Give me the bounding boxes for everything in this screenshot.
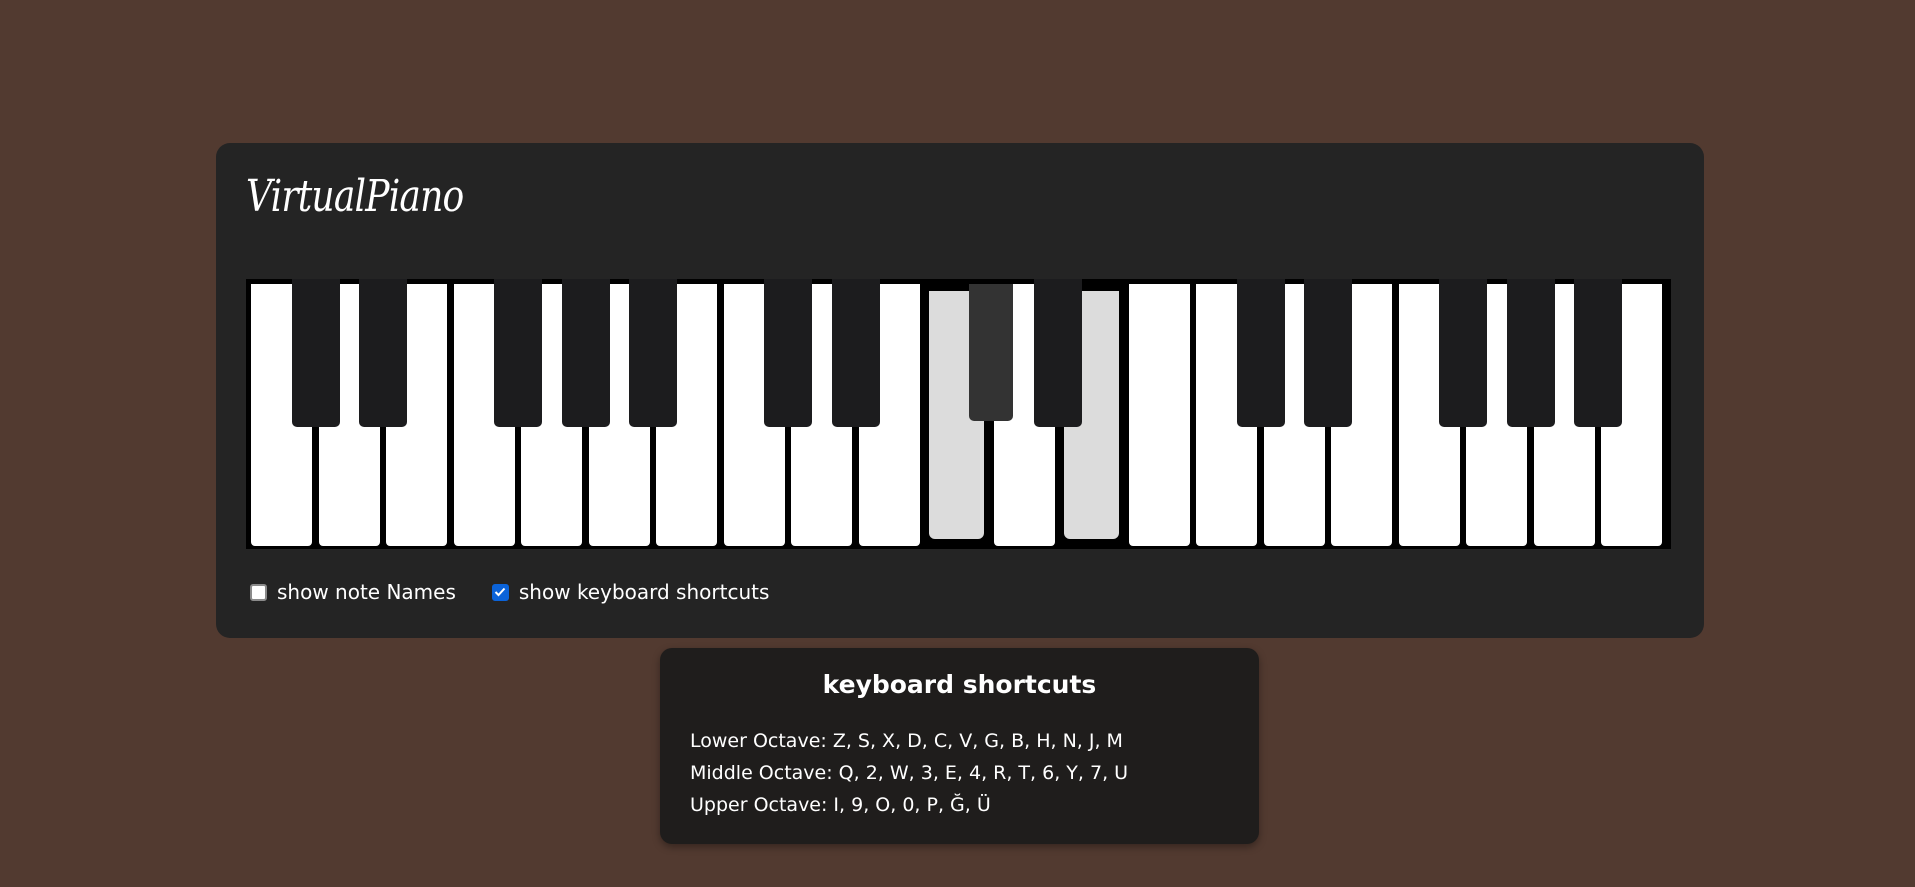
keyboard-shortcuts-box: keyboard shortcuts Lower Octave: Z, S, X…	[660, 648, 1259, 844]
black-key[interactable]	[1034, 279, 1082, 427]
black-key[interactable]	[1506, 279, 1555, 427]
show-note-names-checkbox[interactable]	[250, 583, 267, 601]
black-key[interactable]	[1304, 279, 1352, 427]
black-key[interactable]	[359, 279, 407, 427]
show-note-names-option[interactable]: show note Names	[250, 580, 456, 604]
black-key[interactable]	[1574, 279, 1622, 427]
show-keyboard-shortcuts-checkbox[interactable]	[491, 583, 509, 601]
shortcut-lower-octave: Lower Octave: Z, S, X, D, C, V, G, B, H,…	[690, 730, 1123, 752]
black-key[interactable]	[1236, 279, 1285, 427]
black-key[interactable]	[291, 279, 340, 427]
piano-keybed	[246, 279, 1671, 549]
piano-keyboard	[246, 279, 1671, 691]
black-key[interactable]	[494, 279, 542, 427]
app-title: VirtualPiano	[246, 171, 464, 222]
display-options: show note Names show keyboard shortcuts	[250, 579, 805, 605]
shortcuts-title: keyboard shortcuts	[822, 670, 1097, 699]
show-keyboard-shortcuts-option[interactable]: show keyboard shortcuts	[491, 580, 770, 604]
black-key[interactable]	[831, 279, 880, 427]
shortcuts-list: Lower Octave: Z, S, X, D, C, V, G, B, H,…	[690, 725, 1128, 821]
black-key[interactable]	[629, 279, 677, 427]
show-keyboard-shortcuts-label: show keyboard shortcuts	[518, 580, 770, 604]
black-key[interactable]	[764, 279, 812, 427]
show-note-names-label: show note Names	[277, 580, 456, 604]
shortcut-upper-octave: Upper Octave: I, 9, O, 0, P, Ğ, Ü	[690, 794, 991, 816]
black-key[interactable]	[1439, 279, 1487, 427]
piano-panel: VirtualPiano show note Names show keyboa…	[216, 143, 1704, 638]
black-key[interactable]	[968, 284, 1013, 421]
checkmark-icon	[495, 587, 506, 597]
shortcut-middle-octave: Middle Octave: Q, 2, W, 3, E, 4, R, T, 6…	[690, 762, 1129, 784]
white-key[interactable]	[1128, 284, 1190, 546]
black-key[interactable]	[561, 279, 610, 427]
